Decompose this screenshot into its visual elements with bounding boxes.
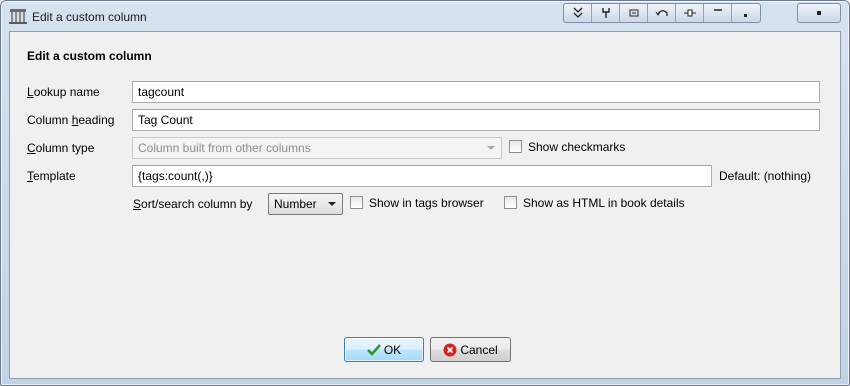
column-type-label: Column type [27,141,95,155]
sort-search-label: Sort/search column by [133,197,253,211]
toggle-icon[interactable] [676,4,704,22]
window-title: Edit a custom column [32,10,147,24]
undo-icon[interactable] [648,4,676,22]
column-heading-input[interactable]: Tag Count [132,109,820,131]
restore-icon[interactable] [732,4,760,22]
chevron-down-icon [487,146,495,150]
close-button[interactable] [797,3,841,23]
lookup-name-label: Lookup name [27,85,100,99]
show-as-html-checkbox[interactable] [504,196,517,209]
cancel-label: Cancel [460,342,498,357]
dialog-window: Edit a custom column Edit a custom colum… [0,0,850,386]
form-heading: Edit a custom column [27,49,152,63]
column-heading-label: Column heading [27,113,115,127]
checkmark-icon [366,343,381,356]
minimize-to-box-icon[interactable] [620,4,648,22]
dialog-body: Edit a custom column Lookup name tagcoun… [9,31,841,379]
cancel-icon [443,343,457,356]
show-checkmarks-checkbox[interactable] [509,140,522,153]
titlebar[interactable]: Edit a custom column [1,1,849,31]
ok-button[interactable]: OK [344,337,424,362]
show-in-tags-browser-label: Show in tags browser [369,196,484,210]
template-input[interactable]: {tags:count(,)} [132,165,712,187]
pin-icon[interactable] [592,4,620,22]
column-type-value: Column built from other columns [138,141,311,155]
sort-search-value: Number [274,197,317,211]
ok-label: OK [383,342,402,357]
app-icon [9,8,27,25]
show-in-tags-browser-checkbox[interactable] [350,196,363,209]
lookup-name-input[interactable]: tagcount [132,81,820,103]
collapse-icon[interactable] [564,4,592,22]
show-as-html-label: Show as HTML in book details [523,196,685,210]
minimize-icon[interactable] [704,4,732,22]
chevron-down-icon [328,202,336,206]
show-checkmarks-label: Show checkmarks [528,140,626,154]
cancel-button[interactable]: Cancel [430,337,511,362]
column-type-select[interactable]: Column built from other columns [132,137,502,159]
titlebar-extra-buttons [563,3,761,23]
template-default-text: Default: (nothing) [719,169,812,183]
sort-search-select[interactable]: Number [268,193,343,215]
close-icon [817,11,821,15]
template-label: Template [27,169,76,183]
